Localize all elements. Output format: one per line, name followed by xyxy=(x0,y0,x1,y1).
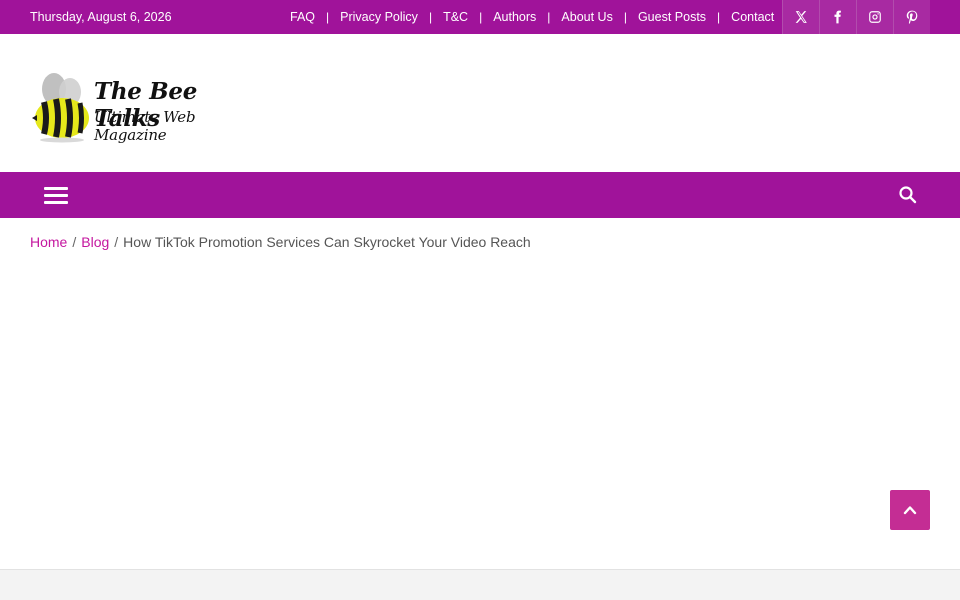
menu-toggle-button[interactable] xyxy=(44,184,68,206)
search-button[interactable] xyxy=(898,185,918,205)
top-nav-separator: | xyxy=(428,10,433,24)
current-date: Thursday, August 6, 2026 xyxy=(30,10,172,24)
pinterest-icon xyxy=(906,10,918,24)
facebook-link[interactable] xyxy=(819,0,856,34)
top-nav-separator: | xyxy=(547,10,551,24)
top-nav-faq[interactable]: FAQ xyxy=(290,10,315,24)
x-twitter-link[interactable] xyxy=(782,0,819,34)
main-navigation xyxy=(0,172,960,218)
top-nav-separator: | xyxy=(326,10,330,24)
instagram-link[interactable] xyxy=(856,0,893,34)
bee-logo-icon xyxy=(32,73,89,143)
hamburger-bar xyxy=(44,194,68,197)
facebook-icon xyxy=(834,10,841,24)
breadcrumb-separator: / xyxy=(72,234,77,250)
top-nav-separator: | xyxy=(717,10,721,24)
social-links xyxy=(782,0,930,34)
breadcrumb-current-page: How TikTok Promotion Services Can Skyroc… xyxy=(123,234,531,250)
hamburger-bar xyxy=(44,187,68,190)
x-twitter-icon xyxy=(795,11,807,23)
chevron-up-icon xyxy=(903,506,917,515)
breadcrumb-home[interactable]: Home xyxy=(30,234,67,250)
site-header: The Bee Talks Ultimate Web Magazine xyxy=(0,34,960,172)
top-bar: Thursday, August 6, 2026 FAQ | Privacy P… xyxy=(0,0,960,34)
scroll-to-top-button[interactable] xyxy=(890,490,930,530)
top-nav-contact[interactable]: Contact xyxy=(731,10,774,24)
hamburger-bar xyxy=(44,201,68,204)
search-icon xyxy=(899,186,917,204)
breadcrumb-separator: / xyxy=(114,234,119,250)
top-nav-terms[interactable]: T&C xyxy=(443,10,468,24)
logo-tagline: Ultimate Web Magazine xyxy=(94,108,196,144)
footer-band xyxy=(0,569,960,600)
top-nav-separator: | xyxy=(479,10,483,24)
pinterest-link[interactable] xyxy=(893,0,930,34)
top-nav-separator: | xyxy=(623,10,627,24)
top-nav-authors[interactable]: Authors xyxy=(493,10,536,24)
top-nav-about-us[interactable]: About Us xyxy=(561,10,612,24)
top-nav-privacy-policy[interactable]: Privacy Policy xyxy=(340,10,418,24)
site-logo[interactable]: The Bee Talks Ultimate Web Magazine xyxy=(30,72,265,144)
top-nav-guest-posts[interactable]: Guest Posts xyxy=(638,10,706,24)
breadcrumb: Home / Blog / How TikTok Promotion Servi… xyxy=(30,234,531,250)
breadcrumb-blog[interactable]: Blog xyxy=(81,234,109,250)
instagram-icon xyxy=(869,11,881,23)
top-nav: FAQ | Privacy Policy | T&C | Authors | A… xyxy=(290,0,774,34)
